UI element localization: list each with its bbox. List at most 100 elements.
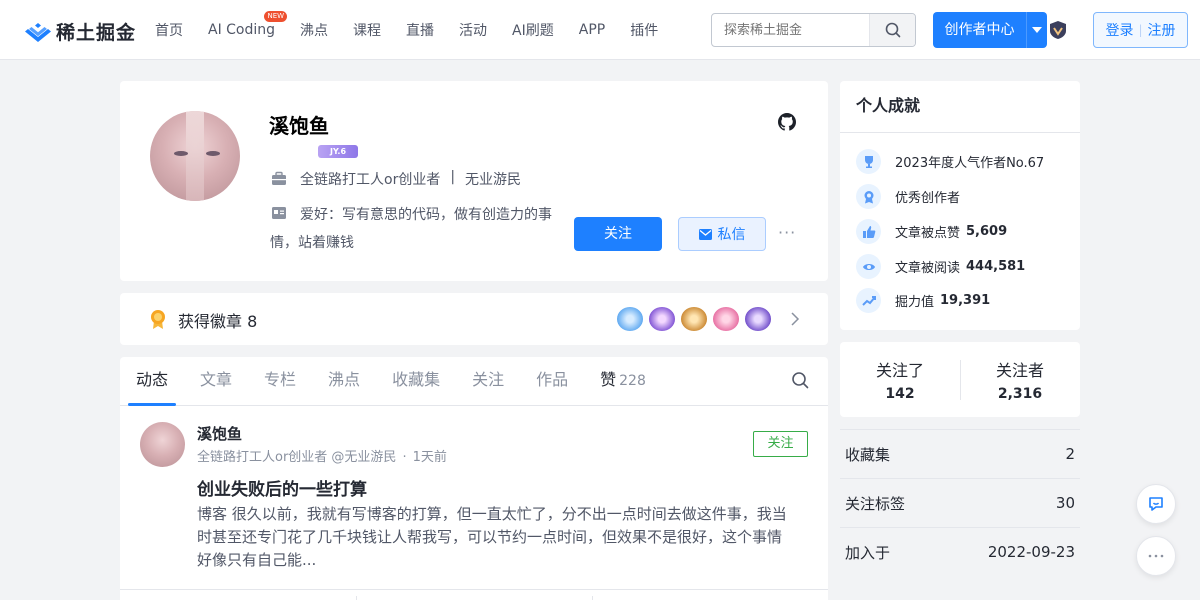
award-icon: [856, 184, 881, 209]
badge-icon[interactable]: [713, 307, 739, 331]
achievements-title: 个人成就: [840, 81, 1080, 133]
badge-icon[interactable]: [681, 307, 707, 331]
level-badge[interactable]: JY.6: [318, 145, 358, 158]
badge-icon[interactable]: [649, 307, 675, 331]
achievement-reads: 文章被阅读 444,581: [856, 254, 1025, 279]
post-time: 1天前: [412, 450, 447, 465]
stat-value: 2022-09-23: [987, 543, 1075, 561]
login-register: 登录 | 注册: [1093, 12, 1188, 48]
likes-value: 5,609: [966, 224, 1008, 239]
post-author-job: 全链路打工人or创业者 @无业游民: [197, 450, 397, 465]
achievement-likes: 文章被点赞 5,609: [856, 219, 1007, 244]
top-header: 稀土掘金 首页 AI Coding NEW 沸点 课程 直播 活动 AI刷题 A…: [0, 0, 1200, 60]
power-value: 19,391: [940, 293, 991, 308]
trophy-icon: [856, 149, 881, 174]
search-box: [711, 13, 916, 47]
vip-shield-icon[interactable]: [1048, 20, 1068, 40]
hobby-text: 爱好：写有意思的代码，做有创造力的事情，站着赚钱: [270, 207, 552, 251]
job-separator: |: [450, 169, 456, 185]
tab-articles[interactable]: 文章: [184, 357, 248, 406]
caret-down-icon[interactable]: [1027, 12, 1047, 48]
search-input[interactable]: [712, 14, 869, 46]
post-follow-button[interactable]: 关注: [753, 431, 808, 457]
post-excerpt[interactable]: 博客 很久以前，我就有写博客的打算，但一直太忙了，分不出一点时间去做这件事，我当…: [197, 503, 792, 572]
nav-item-label: AI Coding: [208, 22, 276, 38]
message-button[interactable]: 私信: [678, 217, 766, 251]
nav-item-ai-coding[interactable]: AI Coding NEW: [208, 11, 288, 38]
nav-item-plugin[interactable]: 插件: [630, 20, 658, 40]
following-label: 关注了: [875, 361, 924, 380]
login-link[interactable]: 登录: [1105, 20, 1133, 40]
achievements-card: 个人成就 2023年度人气作者No.67 优秀创作者 文章被点赞 5,609 文章…: [840, 81, 1080, 330]
more-tools-button[interactable]: [1136, 536, 1176, 576]
github-icon[interactable]: [778, 113, 796, 131]
stat-value: 2: [1065, 445, 1075, 463]
feedback-button[interactable]: [1136, 484, 1176, 524]
post-title[interactable]: 创业失败后的一些打算: [197, 475, 367, 500]
thumbs-up-icon: [856, 219, 881, 244]
likes-count: 228: [619, 373, 646, 389]
medal-icon: [151, 310, 165, 329]
stat-tags[interactable]: 关注标签 30: [840, 478, 1080, 527]
post-author-avatar[interactable]: [140, 422, 185, 467]
message-label: 私信: [717, 227, 746, 243]
badge-icon[interactable]: [745, 307, 771, 331]
stat-value: 30: [1055, 494, 1075, 512]
followers-value: 2,316: [997, 386, 1043, 402]
tab-activity[interactable]: 动态: [120, 357, 184, 406]
tab-likes[interactable]: 赞 228: [584, 357, 662, 406]
search-icon: [885, 22, 900, 38]
briefcase-icon: [272, 171, 286, 185]
creator-center-button[interactable]: 创作者中心: [933, 12, 1047, 48]
chat-icon: [1149, 497, 1163, 511]
following-value: 142: [885, 386, 915, 402]
following-stat[interactable]: 关注了 142: [840, 342, 960, 417]
followers-stat[interactable]: 关注者 2,316: [960, 342, 1080, 417]
badge-icon[interactable]: [617, 307, 643, 331]
profile-tabs: 动态 文章 专栏 沸点 收藏集 关注 作品 赞 228: [120, 357, 828, 406]
stat-collections[interactable]: 收藏集 2: [840, 429, 1080, 478]
nav-item-home[interactable]: 首页: [155, 20, 183, 40]
achievement-excellent-creator: 优秀创作者: [856, 184, 960, 209]
juejin-logo-icon: [25, 22, 51, 42]
nav-item-courses[interactable]: 课程: [353, 20, 381, 40]
tab-likes-label: 赞: [600, 370, 617, 389]
main-nav: 首页 AI Coding NEW 沸点 课程 直播 活动 AI刷题 APP 插件: [155, 0, 683, 60]
profile-card: 溪饱鱼 JY.6 全链路打工人or创业者 | 无业游民 爱好：写有意思的代码，做…: [120, 81, 828, 281]
tab-columns[interactable]: 专栏: [248, 357, 312, 406]
achievement-popular-author: 2023年度人气作者No.67: [856, 149, 1044, 174]
creator-center-label: 创作者中心: [933, 12, 1027, 48]
stat-label: 收藏集: [845, 445, 891, 464]
juejin-logo[interactable]: 稀土掘金: [24, 18, 136, 45]
register-link[interactable]: 注册: [1148, 20, 1176, 40]
follow-button[interactable]: 关注: [574, 217, 662, 251]
avatar[interactable]: [150, 111, 240, 201]
nav-item-live[interactable]: 直播: [406, 20, 434, 40]
nav-item-pins[interactable]: 沸点: [300, 20, 328, 40]
eye-icon: [856, 254, 881, 279]
id-card-icon: [272, 207, 286, 219]
search-icon[interactable]: [791, 371, 809, 389]
logo-text: 稀土掘金: [56, 22, 137, 44]
activity-feed: 动态 文章 专栏 沸点 收藏集 关注 作品 赞 228 溪饱鱼 全链路打工人or创…: [120, 357, 828, 600]
stat-label: 关注标签: [845, 494, 906, 513]
tab-following[interactable]: 关注: [456, 357, 520, 406]
nav-item-app[interactable]: APP: [579, 22, 605, 38]
company: 无业游民: [465, 172, 522, 188]
nav-item-events[interactable]: 活动: [459, 20, 487, 40]
reads-value: 444,581: [966, 259, 1026, 274]
search-button[interactable]: [869, 14, 915, 46]
tab-collections[interactable]: 收藏集: [376, 357, 456, 406]
more-options-button[interactable]: ···: [778, 223, 796, 242]
nav-item-ai-practice[interactable]: AI刷题: [512, 20, 554, 40]
post-action-bar: [120, 589, 828, 600]
badges-card[interactable]: 获得徽章 8: [120, 293, 828, 345]
tab-pins[interactable]: 沸点: [312, 357, 376, 406]
achievement-power: 掘力值 19,391: [856, 288, 990, 313]
post-author-name[interactable]: 溪饱鱼: [197, 423, 242, 444]
tab-works[interactable]: 作品: [520, 357, 584, 406]
chevron-right-icon[interactable]: [788, 311, 802, 327]
hobby-row: 爱好：写有意思的代码，做有创造力的事情，站着赚钱: [270, 201, 560, 257]
login-separator: |: [1138, 23, 1143, 37]
badges-count-label: 获得徽章 8: [178, 312, 258, 331]
